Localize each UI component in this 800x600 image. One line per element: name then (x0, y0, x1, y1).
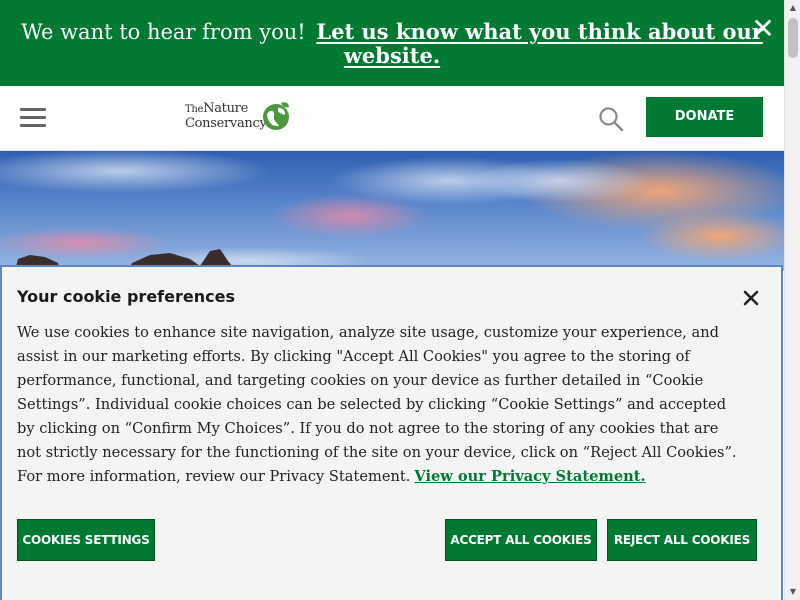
cookie-body-text: We use cookies to enhance site navigatio… (17, 324, 737, 485)
cookie-description: We use cookies to enhance site navigatio… (17, 321, 737, 489)
privacy-statement-link[interactable]: View our Privacy Statement. (414, 468, 645, 485)
feedback-link[interactable]: Let us know what you think about our web… (316, 19, 763, 68)
close-icon[interactable]: ✕ (750, 15, 776, 43)
page-scrollbar[interactable]: ▲ ▼ (784, 0, 800, 600)
search-icon[interactable] (598, 106, 624, 132)
donate-button[interactable]: DONATE (646, 97, 763, 137)
scroll-up-arrow-icon[interactable]: ▲ (785, 0, 800, 16)
feedback-intro: We want to hear from you! (21, 20, 306, 44)
reject-all-cookies-button[interactable]: REJECT ALL COOKIES (607, 519, 757, 561)
site-header: TheNature Conservancy DONATE (0, 86, 784, 151)
accept-all-cookies-button[interactable]: ACCEPT ALL COOKIES (445, 519, 597, 561)
cookie-preferences-dialog: Your cookie preferences We use cookies t… (0, 265, 783, 600)
hamburger-menu-icon[interactable] (20, 108, 46, 128)
cookie-dialog-title: Your cookie preferences (17, 287, 235, 306)
logo[interactable]: TheNature Conservancy (185, 100, 295, 136)
cookies-settings-button[interactable]: COOKIES SETTINGS (17, 519, 155, 561)
scroll-thumb[interactable] (788, 18, 798, 58)
close-icon[interactable] (742, 289, 760, 307)
hero-sky-image (0, 151, 784, 271)
logo-text: TheNature Conservancy (185, 101, 267, 131)
hero-image (0, 151, 784, 271)
feedback-banner: We want to hear from you! Let us know wh… (0, 0, 784, 86)
scroll-down-arrow-icon[interactable]: ▼ (785, 584, 800, 600)
leaf-globe-icon (263, 102, 289, 130)
